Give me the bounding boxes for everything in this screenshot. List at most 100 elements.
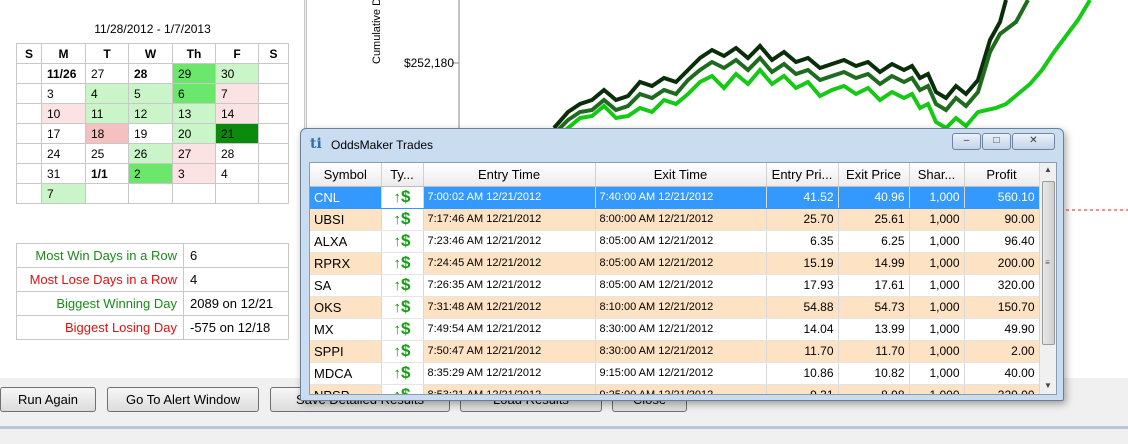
scroll-up-arrow-icon[interactable]: ▲ (1044, 165, 1052, 174)
calendar-day-cell[interactable]: 14 (215, 103, 259, 124)
table-row[interactable]: ALXA ↑$ 7:23:46 AM 12/21/2012 8:05:00 AM 12… (310, 230, 1040, 253)
table-row[interactable]: UBSI ↑$ 7:17:46 AM 12/21/2012 8:00:00 AM 12… (310, 208, 1040, 231)
calendar-day-cell (16, 163, 42, 184)
calendar-day-cell[interactable]: 28 (215, 143, 259, 164)
grid-column-header[interactable]: Entry Pri... (766, 163, 839, 187)
calendar-day-cell[interactable]: 17 (41, 123, 86, 144)
exit-time-cell: 8:00:00 AM 12/21/2012 (595, 208, 767, 231)
calendar-day-cell[interactable]: 19 (128, 123, 173, 144)
entry-price-cell: 11.70 (766, 340, 839, 363)
type-cell: ↑$ (381, 230, 424, 253)
run-again-button[interactable]: Run Again (0, 387, 96, 412)
calendar-day-cell[interactable]: 29 (172, 63, 216, 84)
calendar-week-row: 7 (16, 183, 289, 204)
calendar-day-cell[interactable]: 13 (172, 103, 216, 124)
type-cell: ↑$ (381, 318, 424, 341)
calendar-week-row: 17 18 19 20 21 (16, 123, 289, 144)
calendar-day-cell[interactable]: 27 (172, 143, 216, 164)
exit-price-cell: 13.99 (838, 318, 910, 341)
entry-time-cell: 7:26:35 AM 12/21/2012 (423, 274, 596, 297)
calendar-day-cell[interactable]: 11/26 (41, 63, 86, 84)
calendar-day-cell (172, 183, 216, 204)
type-cell: ↑$ (381, 362, 424, 385)
calendar-day-cell[interactable]: 21 (215, 123, 259, 144)
calendar-day-cell[interactable]: 26 (128, 143, 173, 164)
vertical-scrollbar[interactable]: ▲ ≡ ▼ (1039, 163, 1056, 394)
calendar-day-cell[interactable]: 28 (128, 63, 173, 84)
calendar-day-cell[interactable]: 10 (41, 103, 86, 124)
type-cell: ↑$ (381, 252, 424, 275)
window-close-button[interactable]: ✕ (1012, 133, 1055, 150)
grid-column-header[interactable]: Ty... (381, 163, 424, 187)
maximize-button[interactable]: □ (982, 133, 1011, 150)
table-row[interactable]: NPSP↑$8:53:21 AM 12/21/20129:25:00 AM 12… (310, 384, 1040, 395)
table-row[interactable]: OKS ↑$ 7:31:48 AM 12/21/2012 8:10:00 AM 12/… (310, 296, 1040, 319)
calendar-day-cell[interactable]: 6 (172, 83, 216, 104)
calendar-day-cell[interactable]: 11 (85, 103, 129, 124)
grid-column-header[interactable]: Entry Time (423, 163, 596, 187)
entry-price-cell: 54.88 (766, 296, 839, 319)
table-row[interactable]: CNL ↑$ 7:00:02 AM 12/21/2012 7:40:00 AM 12/… (310, 186, 1040, 209)
grid-column-header[interactable]: Exit Time (595, 163, 767, 187)
stat-value: 6 (183, 243, 289, 268)
symbol-cell: MX (310, 318, 382, 341)
table-row[interactable]: RPRX ↑$ 7:24:45 AM 12/21/2012 8:05:00 AM 12… (310, 252, 1040, 275)
calendar-day-cell[interactable]: 27 (85, 63, 129, 84)
table-row[interactable]: SPPI ↑$ 7:50:47 AM 12/21/2012 8:30:00 AM 12… (310, 340, 1040, 363)
calendar-day-cell (258, 123, 289, 144)
window-titlebar[interactable]: ti OddsMaker Trades – □ ✕ (301, 129, 1063, 159)
calendar-day-cell[interactable]: 3 (41, 83, 86, 104)
profit-cell: 96.40 (964, 230, 1040, 253)
go-to-alert-window-button[interactable]: Go To Alert Window (107, 387, 259, 412)
calendar-header-row: S M T W Th F S (16, 43, 289, 64)
symbol-cell: UBSI (310, 208, 382, 231)
stat-label: Most Win Days in a Row (16, 243, 184, 268)
calendar-day-cell (128, 183, 173, 204)
calendar-day-cell[interactable]: 4 (215, 163, 259, 184)
calendar-day-cell[interactable]: 18 (85, 123, 129, 144)
profit-cell: 329.00 (964, 384, 1040, 394)
calendar: S M T W Th F S 11/26 27 28 29 30 3 4 5 6 7 10 11 12 13 14 17 1… (16, 43, 289, 204)
oddsmaker-trades-window[interactable]: ti OddsMaker Trades – □ ✕ Symbol Ty... Ent… (300, 128, 1064, 401)
calendar-body: 11/26 27 28 29 30 3 4 5 6 7 10 11 12 13 14 17 18 19 20 21 24… (16, 63, 289, 204)
dollar-icon: $ (401, 319, 411, 338)
calendar-week-row: 11/26 27 28 29 30 (16, 63, 289, 84)
calendar-day-cell[interactable]: 5 (128, 83, 173, 104)
calendar-day-cell[interactable]: 3 (172, 163, 216, 184)
calendar-day-cell[interactable]: 12 (128, 103, 173, 124)
calendar-day-cell[interactable]: 7 (215, 83, 259, 104)
profit-cell: 150.70 (964, 296, 1040, 319)
calendar-day-cell[interactable]: 1/1 (85, 163, 129, 184)
grid-column-header[interactable]: Profit (964, 163, 1040, 187)
scroll-down-arrow-icon[interactable]: ▼ (1044, 381, 1052, 390)
table-row[interactable]: MX ↑$ 7:49:54 AM 12/21/2012 8:30:00 AM 12/2… (310, 318, 1040, 341)
profit-cell: 320.00 (964, 274, 1040, 297)
left-panel: 11/28/2012 - 1/7/2013 S M T W Th F S 11/26 27 28… (0, 0, 305, 378)
symbol-cell: ALXA (310, 230, 382, 253)
grid-column-header[interactable]: Symbol (310, 163, 382, 187)
calendar-day-cell[interactable]: 4 (85, 83, 129, 104)
exit-price-cell: 40.96 (838, 186, 910, 209)
grid-column-header[interactable]: Exit Price (838, 163, 910, 187)
minimize-button[interactable]: – (952, 133, 981, 150)
calendar-day-cell[interactable]: 30 (215, 63, 259, 84)
table-row[interactable]: SA ↑$ 7:26:35 AM 12/21/2012 8:05:00 AM 12/2… (310, 274, 1040, 297)
calendar-day-cell[interactable]: 2 (128, 163, 173, 184)
entry-time-cell: 7:17:46 AM 12/21/2012 (423, 208, 596, 231)
exit-price-cell: 17.61 (838, 274, 910, 297)
scrollbar-thumb[interactable]: ≡ (1042, 181, 1055, 345)
calendar-day-cell[interactable]: 7 (41, 183, 86, 204)
calendar-day-cell[interactable]: 25 (85, 143, 129, 164)
up-arrow-icon: ↑ (394, 387, 402, 394)
calendar-day-cell (258, 83, 289, 104)
calendar-day-cell (258, 143, 289, 164)
shares-cell: 1,000 (909, 230, 965, 253)
calendar-day-cell[interactable]: 24 (41, 143, 86, 164)
table-row[interactable]: MDCA ↑$ 8:35:29 AM 12/21/2012 9:15:00 AM 12… (310, 362, 1040, 385)
dollar-icon: $ (401, 385, 411, 395)
calendar-day-header: T (85, 43, 129, 64)
calendar-day-cell[interactable]: 20 (172, 123, 216, 144)
type-cell: ↑$ (381, 340, 424, 363)
calendar-day-cell[interactable]: 31 (41, 163, 86, 184)
grid-column-header[interactable]: Shar... (909, 163, 965, 187)
